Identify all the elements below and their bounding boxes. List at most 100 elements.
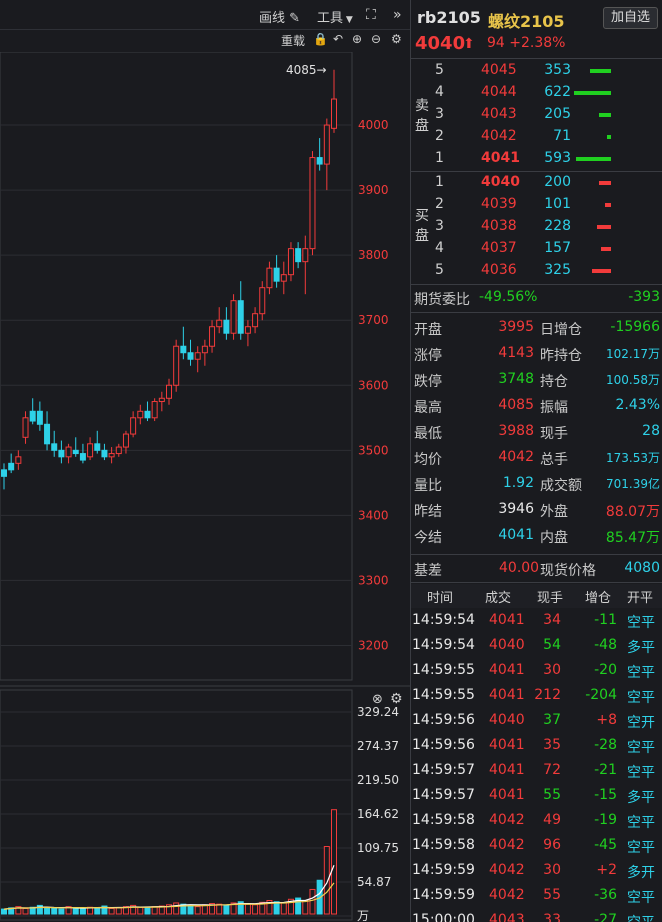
candle-body xyxy=(216,319,223,328)
tape-qty: 55 xyxy=(543,787,561,803)
zoom-in-icon[interactable]: ⊕ xyxy=(352,32,362,46)
tape-row[interactable]: 14:59:59 4042 30 +2 多开 xyxy=(411,859,662,884)
candle-body xyxy=(94,443,101,451)
volume-bar xyxy=(309,888,316,915)
tape-time: 14:59:55 xyxy=(412,687,475,703)
tape-price: 4040 xyxy=(489,712,525,728)
price-chart[interactable]: 4000 3900 3800 3700 3600 3500 3400 3300 3200 4085… xyxy=(0,52,410,922)
tape-time: 14:59:57 xyxy=(412,762,475,778)
collapse-panel-icon[interactable]: » xyxy=(393,7,402,23)
tape-row[interactable]: 14:59:55 4041 30 -20 空平 xyxy=(411,659,662,684)
asks-price: 4042 xyxy=(481,128,517,144)
stat-label: 跌停 xyxy=(414,374,442,390)
add-watchlist-button[interactable]: 加自选 xyxy=(603,7,658,29)
chart-control-row: 重载 🔒 ↶ ⊕ ⊖ ⚙ xyxy=(0,30,410,52)
volume-bar xyxy=(137,906,144,915)
candle-body xyxy=(29,410,36,422)
draw-line-button[interactable]: 画线 ✎ xyxy=(259,7,300,26)
candle-body xyxy=(108,453,115,458)
volume-bar xyxy=(94,907,101,915)
fullscreen-icon[interactable]: ⛶ xyxy=(366,7,376,23)
candle-body xyxy=(201,345,208,354)
zoom-out-icon[interactable]: ⊖ xyxy=(371,32,381,46)
asks-row[interactable]: 3 4043 205 xyxy=(411,104,662,126)
tape-oi: -20 xyxy=(594,662,617,678)
price-tick-label: 3500 xyxy=(358,443,389,457)
tape-row[interactable]: 14:59:56 4041 35 -28 空平 xyxy=(411,734,662,759)
tape-col-time: 时间 xyxy=(427,591,454,606)
tape-row[interactable]: 15:00:00 4043 33 -27 空平 xyxy=(411,909,662,922)
tape-time: 14:59:55 xyxy=(412,662,475,678)
bids-level: 3 xyxy=(435,218,444,234)
tools-menu[interactable]: 工具 ▼ xyxy=(317,7,353,26)
bids-row[interactable]: 1 4040 200 xyxy=(411,172,662,194)
tape-qty: 33 xyxy=(543,912,561,922)
stat-row: 跌停 3748 持仓 100.58万 xyxy=(411,367,662,393)
stat-label: 昨结 xyxy=(414,504,442,520)
tape-col-price: 成交 xyxy=(485,591,512,606)
bids-row[interactable]: 2 4039 101 xyxy=(411,194,662,216)
stat-label: 振幅 xyxy=(540,400,568,416)
tape-row[interactable]: 14:59:59 4042 55 -36 空平 xyxy=(411,884,662,909)
stat-value: 2.43% xyxy=(615,397,660,413)
stat-value: 4041 xyxy=(498,527,534,543)
undo-icon[interactable]: ↶ xyxy=(333,32,343,46)
chart-toolbar: 画线 ✎ 工具 ▼ ⛶ » xyxy=(0,0,410,30)
volume-bar xyxy=(302,900,309,915)
asks-price: 4041 xyxy=(481,150,520,166)
candle-body xyxy=(194,352,201,360)
candle-body xyxy=(273,267,280,282)
settings-gear-icon[interactable]: ⚙ xyxy=(391,32,402,46)
tape-row[interactable]: 14:59:58 4042 49 -19 空平 xyxy=(411,809,662,834)
stat-label: 开盘 xyxy=(414,322,442,338)
bids-price: 4038 xyxy=(481,218,517,234)
price-change: 94 +2.38% xyxy=(487,35,566,51)
candle-body xyxy=(22,417,29,438)
tape-price: 4041 xyxy=(489,612,525,628)
stat-row: 最高 4085 振幅 2.43% xyxy=(411,393,662,419)
basis-label: 基差 xyxy=(414,563,442,579)
candle-body xyxy=(223,319,230,334)
tape-row[interactable]: 14:59:54 4041 34 -11 空平 xyxy=(411,609,662,634)
tape-price: 4042 xyxy=(489,837,525,853)
asks-level: 4 xyxy=(435,84,444,100)
tape-row[interactable]: 14:59:57 4041 55 -15 多平 xyxy=(411,784,662,809)
asks-row[interactable]: 5 4045 353 xyxy=(411,60,662,82)
stat-row: 昨结 3946 外盘 88.07万 xyxy=(411,497,662,523)
tape-price: 4042 xyxy=(489,887,525,903)
bids-row[interactable]: 5 4036 325 xyxy=(411,260,662,282)
candle-body xyxy=(237,300,244,334)
stat-row: 均价 4042 总手 173.53万 xyxy=(411,445,662,471)
tape-time: 14:59:59 xyxy=(412,887,475,903)
tape-row[interactable]: 14:59:58 4042 96 -45 空平 xyxy=(411,834,662,859)
tape-row[interactable]: 14:59:56 4040 37 +8 空开 xyxy=(411,709,662,734)
quote-panel: rb2105 螺纹2105 加自选 4040 ⬆ 94 +2.38% 5 4045… xyxy=(410,0,662,922)
asks-row[interactable]: 4 4044 622 xyxy=(411,82,662,104)
candle-body xyxy=(58,449,65,458)
tape-oi: -11 xyxy=(594,612,617,628)
tape-row[interactable]: 14:59:57 4041 72 -21 空平 xyxy=(411,759,662,784)
lock-icon[interactable]: 🔒 xyxy=(313,32,328,46)
tape-qty: 37 xyxy=(543,712,561,728)
asks-row[interactable]: 1 4041 593 xyxy=(411,148,662,170)
candle-body xyxy=(79,453,86,461)
bids-row[interactable]: 4 4037 157 xyxy=(411,238,662,260)
stat-value: 701.39亿 xyxy=(606,477,660,491)
basis-value: 40.00 xyxy=(499,560,540,576)
sell-side-label: 卖盘 xyxy=(415,98,429,134)
asks-volume-bar xyxy=(574,91,611,95)
tape-col-qty: 现手 xyxy=(537,591,564,606)
tape-type: 多平 xyxy=(627,790,655,806)
asks-row[interactable]: 2 4042 71 xyxy=(411,126,662,148)
tape-header: 时间 成交 现手 增仓 开平 xyxy=(411,584,662,608)
basis-row: 基差 40.00 现货价格 4080 xyxy=(411,556,662,582)
bids-row[interactable]: 3 4038 228 xyxy=(411,216,662,238)
tape-oi: -36 xyxy=(594,887,617,903)
reload-button[interactable]: 重载 xyxy=(281,32,305,49)
candle-body xyxy=(44,423,51,445)
tape-type: 空平 xyxy=(627,740,655,756)
tape-row[interactable]: 14:59:54 4040 54 -48 多平 xyxy=(411,634,662,659)
contract-code: rb2105 xyxy=(417,8,481,27)
tape-type: 空平 xyxy=(627,665,655,681)
tape-row[interactable]: 14:59:55 4041 212 -204 空平 xyxy=(411,684,662,709)
